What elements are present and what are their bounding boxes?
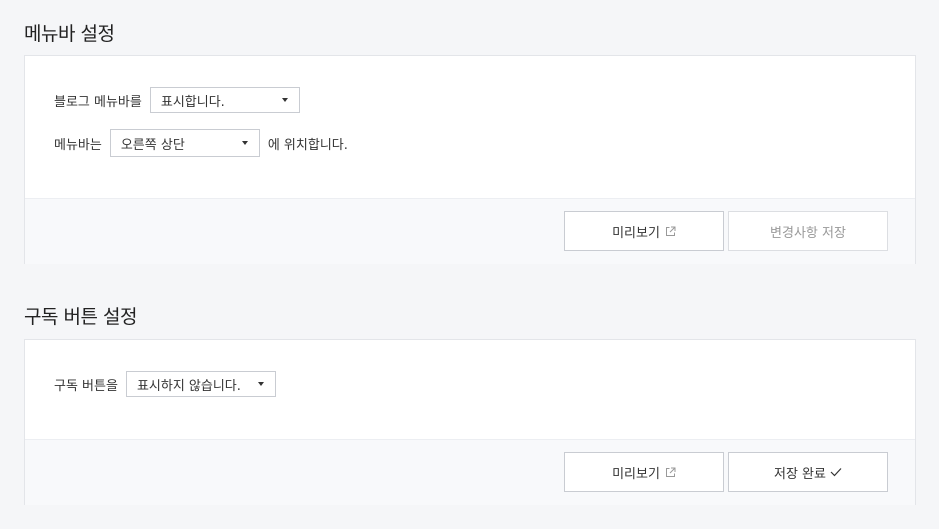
menubar-position-value: 오른쪽 상단	[120, 137, 185, 153]
subscribe-visibility-label: 구독 버튼을	[54, 378, 118, 394]
menubar-section-title: 메뉴바 설정	[24, 23, 115, 45]
caret-down-icon	[241, 141, 248, 145]
subscribe-section-title: 구독 버튼 설정	[24, 306, 137, 328]
external-link-icon	[665, 226, 676, 236]
settings-page: 메뉴바 설정 블로그 메뉴바를 표시합니다. 메뉴바는 오른쪽 상단 에 위치합…	[0, 0, 939, 529]
menubar-card-body: 블로그 메뉴바를 표시합니다. 메뉴바는 오른쪽 상단 에 위치합니다.	[25, 56, 915, 198]
menubar-save-label: 변경사항 저장	[770, 225, 846, 241]
subscribe-card-footer: 미리보기 저장 완료	[25, 439, 915, 505]
menubar-visibility-value: 표시합니다.	[160, 94, 225, 110]
subscribe-visibility-select[interactable]: 표시하지 않습니다.	[125, 371, 276, 397]
menubar-position-suffix: 에 위치합니다.	[267, 137, 348, 153]
caret-down-icon	[257, 382, 264, 386]
subscribe-preview-label: 미리보기	[612, 466, 660, 482]
menubar-position-select[interactable]: 오른쪽 상단	[109, 129, 260, 157]
menubar-position-row: 메뉴바는 오른쪽 상단 에 위치합니다.	[54, 129, 348, 157]
subscribe-save-label: 저장 완료	[774, 466, 826, 482]
menubar-visibility-label: 블로그 메뉴바를	[54, 94, 142, 110]
menubar-visibility-select[interactable]: 표시합니다.	[149, 87, 300, 113]
menubar-position-label: 메뉴바는	[54, 137, 102, 153]
caret-down-icon	[281, 98, 288, 102]
menubar-preview-label: 미리보기	[612, 225, 660, 241]
subscribe-card-body: 구독 버튼을 표시하지 않습니다.	[25, 340, 915, 439]
subscribe-visibility-value: 표시하지 않습니다.	[136, 378, 241, 394]
menubar-save-button[interactable]: 변경사항 저장	[728, 211, 888, 251]
menubar-card-footer: 미리보기 변경사항 저장	[25, 198, 915, 264]
subscribe-card: 구독 버튼을 표시하지 않습니다. 미리보기 저장 완료	[24, 339, 916, 505]
menubar-preview-button[interactable]: 미리보기	[564, 211, 724, 251]
menubar-card: 블로그 메뉴바를 표시합니다. 메뉴바는 오른쪽 상단 에 위치합니다. 미리보…	[24, 55, 916, 264]
check-icon	[830, 468, 842, 477]
menubar-visibility-row: 블로그 메뉴바를 표시합니다.	[54, 87, 300, 113]
subscribe-visibility-row: 구독 버튼을 표시하지 않습니다.	[54, 371, 276, 397]
subscribe-save-button[interactable]: 저장 완료	[728, 452, 888, 492]
external-link-icon	[665, 467, 676, 477]
subscribe-preview-button[interactable]: 미리보기	[564, 452, 724, 492]
